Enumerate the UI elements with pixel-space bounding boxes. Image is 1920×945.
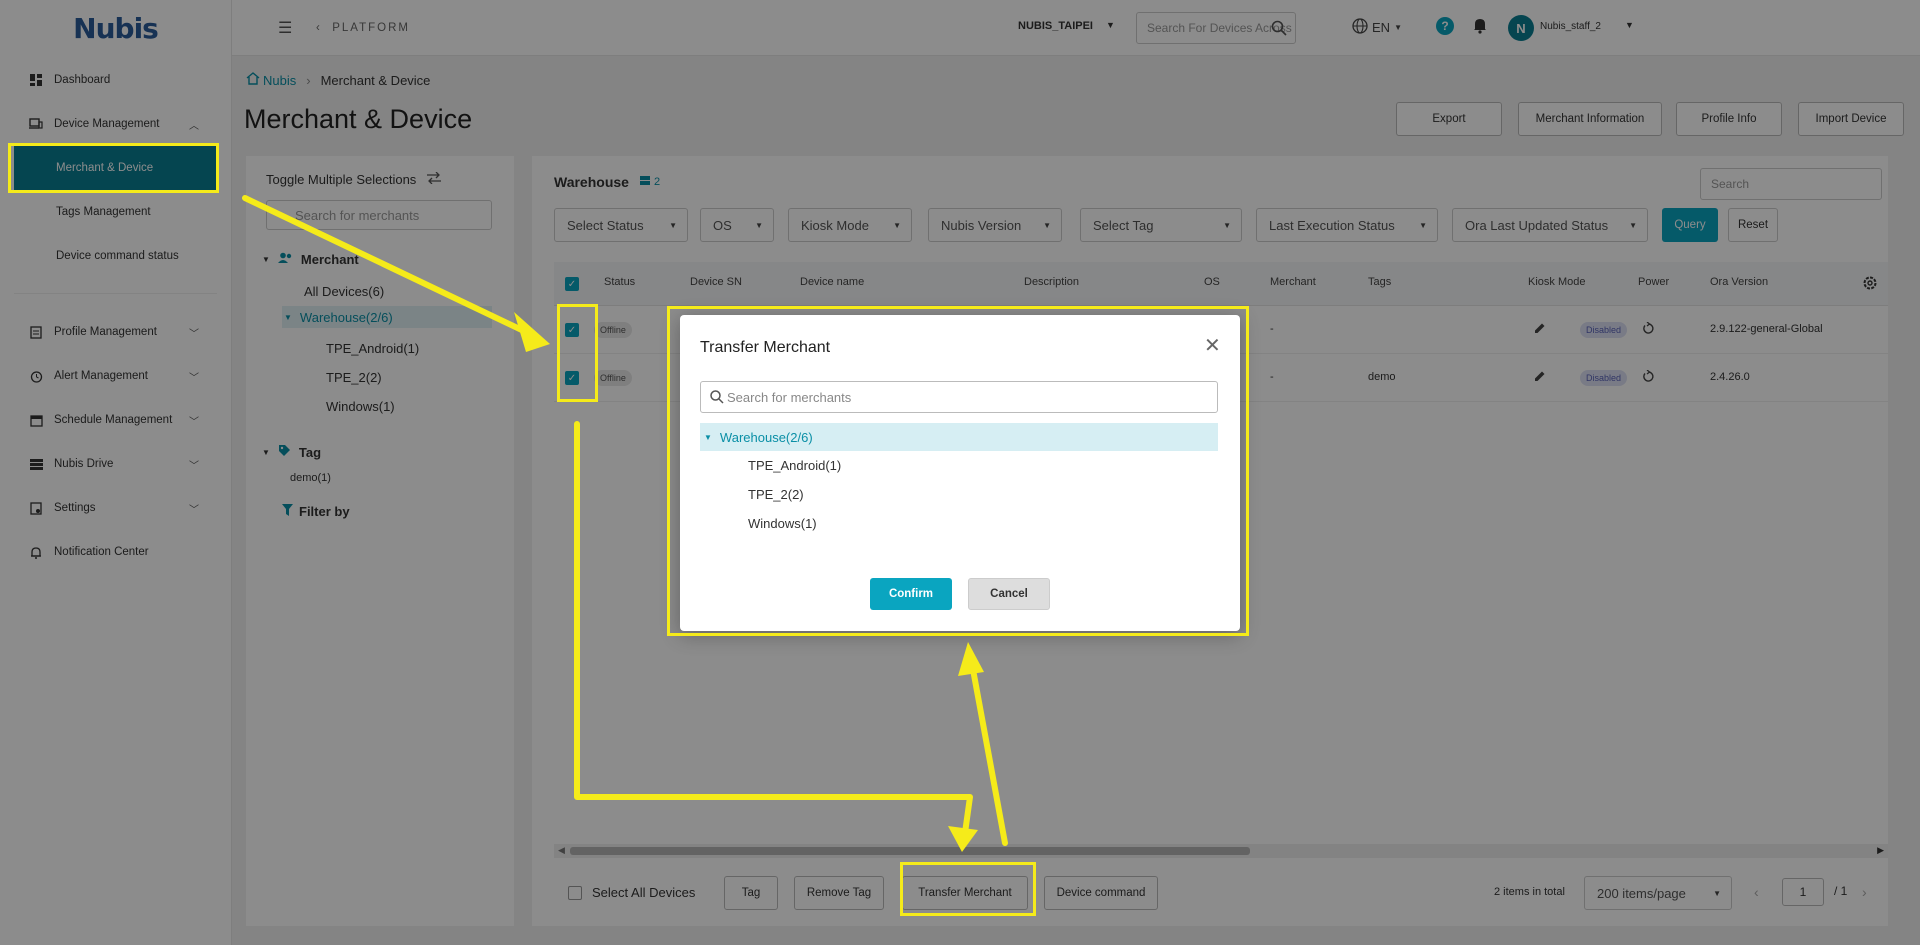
search-icon [710, 390, 724, 407]
dialog-title: Transfer Merchant [700, 339, 831, 356]
dialog-tree-item-warehouse[interactable]: ▼ Warehouse(2/6) [700, 423, 1218, 451]
dialog-tree-item-tpe-2[interactable]: TPE_2(2) [700, 480, 1218, 508]
confirm-button[interactable]: Confirm [870, 578, 952, 610]
dialog-merchant-search-input[interactable]: Search for merchants [700, 381, 1218, 413]
dialog-tree-item-tpe-android[interactable]: TPE_Android(1) [700, 451, 1218, 479]
cancel-button[interactable]: Cancel [968, 578, 1050, 610]
caret-down-icon: ▼ [704, 432, 712, 442]
close-icon[interactable]: ✕ [1204, 333, 1221, 358]
dialog-tree-item-windows[interactable]: Windows(1) [700, 509, 1218, 537]
transfer-merchant-dialog: Transfer Merchant ✕ Search for merchants… [680, 315, 1240, 631]
